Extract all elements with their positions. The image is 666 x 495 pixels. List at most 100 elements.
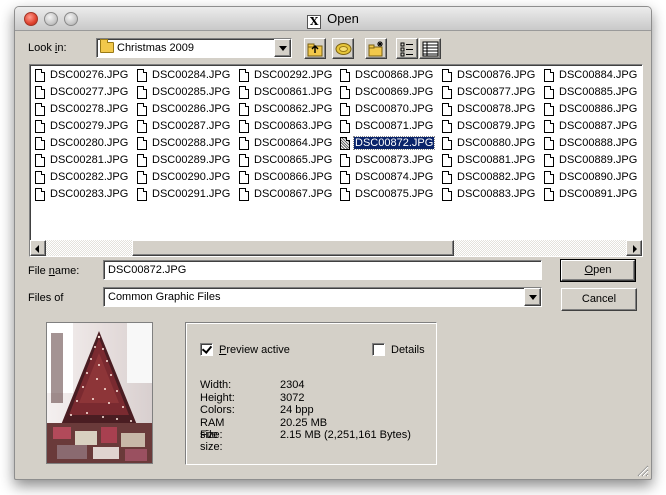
file-item[interactable]: DSC00880.JPG	[439, 135, 536, 152]
file-item[interactable]: DSC00866.JPG	[236, 169, 333, 186]
file-item[interactable]: DSC00279.JPG	[32, 118, 129, 135]
preview-active-label[interactable]: Preview active	[219, 344, 290, 356]
file-name: DSC00291.JPG	[152, 188, 231, 200]
file-item[interactable]: DSC00281.JPG	[32, 152, 129, 169]
file-item[interactable]: DSC00872.JPG	[337, 135, 436, 152]
look-in-dropdown[interactable]: Christmas 2009	[96, 38, 292, 58]
file-item[interactable]: DSC00287.JPG	[134, 118, 231, 135]
file-item[interactable]: DSC00290.JPG	[134, 169, 231, 186]
file-item[interactable]: DSC00861.JPG	[236, 84, 333, 101]
file-item[interactable]: DSC00863.JPG	[236, 118, 333, 135]
document-file-icon	[239, 188, 249, 201]
document-file-icon	[544, 120, 554, 133]
files-of-type-dropdown[interactable]: Common Graphic Files	[103, 287, 542, 307]
document-file-icon	[544, 154, 554, 167]
file-item[interactable]: DSC00874.JPG	[337, 169, 434, 186]
file-item[interactable]: DSC00280.JPG	[32, 135, 129, 152]
files-of-type-dropdown-arrow-icon[interactable]	[524, 288, 541, 306]
file-name: DSC00286.JPG	[152, 103, 231, 115]
file-name: DSC00868.JPG	[355, 69, 434, 81]
file-item[interactable]: DSC00875.JPG	[337, 186, 434, 203]
file-item[interactable]: DSC00284.JPG	[134, 67, 231, 84]
file-name: DSC00863.JPG	[254, 120, 333, 132]
file-item[interactable]: DSC00289.JPG	[134, 152, 231, 169]
file-item[interactable]: DSC00881.JPG	[439, 152, 536, 169]
file-item[interactable]: DSC00862.JPG	[236, 101, 333, 118]
file-name: DSC00285.JPG	[152, 86, 231, 98]
file-name: DSC00279.JPG	[50, 120, 129, 132]
document-file-icon	[35, 154, 45, 167]
file-item[interactable]: DSC00873.JPG	[337, 152, 434, 169]
file-name-input[interactable]: DSC00872.JPG	[103, 260, 542, 280]
file-item[interactable]: DSC00888.JPG	[541, 135, 638, 152]
horizontal-scrollbar[interactable]	[30, 240, 642, 256]
file-item[interactable]: DSC00870.JPG	[337, 101, 434, 118]
file-column: DSC00292.JPG DSC00861.JPG DSC00862.JPG DSC0…	[236, 67, 333, 203]
file-name: DSC00288.JPG	[152, 137, 231, 149]
file-item[interactable]: DSC00871.JPG	[337, 118, 434, 135]
file-item[interactable]: DSC00887.JPG	[541, 118, 638, 135]
desktop-button[interactable]	[332, 38, 354, 59]
list-view-button[interactable]	[396, 38, 418, 59]
info-key: File size:	[200, 429, 223, 453]
file-item[interactable]: DSC00291.JPG	[134, 186, 231, 203]
file-item[interactable]: DSC00884.JPG	[541, 67, 638, 84]
file-item[interactable]: DSC00283.JPG	[32, 186, 129, 203]
file-item[interactable]: DSC00867.JPG	[236, 186, 333, 203]
document-file-icon	[137, 120, 147, 133]
file-item[interactable]: DSC00889.JPG	[541, 152, 638, 169]
file-item[interactable]: DSC00882.JPG	[439, 169, 536, 186]
document-file-icon	[442, 171, 452, 184]
look-in-dropdown-arrow-icon[interactable]	[274, 39, 291, 57]
document-file-icon	[137, 103, 147, 116]
file-item[interactable]: DSC00282.JPG	[32, 169, 129, 186]
open-button[interactable]: Open	[560, 259, 636, 282]
file-item[interactable]: DSC00883.JPG	[439, 186, 536, 203]
file-list[interactable]: DSC00276.JPG DSC00277.JPG DSC00278.JPG DSC0…	[29, 64, 643, 257]
file-item[interactable]: DSC00277.JPG	[32, 84, 129, 101]
scroll-right-arrow-icon[interactable]	[626, 240, 642, 256]
file-item[interactable]: DSC00876.JPG	[439, 67, 536, 84]
file-name: DSC00882.JPG	[457, 171, 536, 183]
document-file-icon	[340, 188, 350, 201]
file-item[interactable]: DSC00869.JPG	[337, 84, 434, 101]
file-item[interactable]: DSC00879.JPG	[439, 118, 536, 135]
document-file-icon	[239, 154, 249, 167]
title-bar[interactable]: X Open	[15, 7, 651, 31]
document-file-icon	[137, 171, 147, 184]
file-name: DSC00283.JPG	[50, 188, 129, 200]
file-item[interactable]: DSC00292.JPG	[236, 67, 333, 84]
file-item[interactable]: DSC00865.JPG	[236, 152, 333, 169]
details-view-button[interactable]	[419, 38, 441, 59]
file-item[interactable]: DSC00276.JPG	[32, 67, 129, 84]
document-file-icon	[442, 120, 452, 133]
details-checkbox[interactable]	[372, 343, 385, 356]
document-file-icon	[35, 69, 45, 82]
file-item[interactable]: DSC00285.JPG	[134, 84, 231, 101]
file-item[interactable]: DSC00886.JPG	[541, 101, 638, 118]
cancel-button[interactable]: Cancel	[561, 288, 637, 311]
details-label[interactable]: Details	[391, 344, 425, 356]
file-column: DSC00868.JPG DSC00869.JPG DSC00870.JPG DSC0…	[337, 67, 436, 203]
file-item[interactable]: DSC00891.JPG	[541, 186, 638, 203]
up-one-level-button[interactable]	[304, 38, 326, 59]
file-item[interactable]: DSC00885.JPG	[541, 84, 638, 101]
file-item[interactable]: DSC00288.JPG	[134, 135, 231, 152]
file-item[interactable]: DSC00877.JPG	[439, 84, 536, 101]
up-folder-icon	[307, 43, 323, 57]
file-item[interactable]: DSC00878.JPG	[439, 101, 536, 118]
preview-active-checkbox[interactable]	[200, 343, 213, 356]
document-file-icon	[137, 154, 147, 167]
scroll-left-arrow-icon[interactable]	[30, 240, 46, 256]
scrollbar-thumb[interactable]	[132, 240, 454, 256]
file-item[interactable]: DSC00286.JPG	[134, 101, 231, 118]
file-item[interactable]: DSC00868.JPG	[337, 67, 434, 84]
file-item[interactable]: DSC00278.JPG	[32, 101, 129, 118]
document-file-icon	[442, 137, 452, 150]
new-folder-button[interactable]	[365, 38, 387, 59]
file-column: DSC00276.JPG DSC00277.JPG DSC00278.JPG DSC0…	[32, 67, 129, 203]
resize-grip-icon[interactable]	[637, 465, 649, 477]
file-name: DSC00871.JPG	[355, 120, 434, 132]
file-item[interactable]: DSC00864.JPG	[236, 135, 333, 152]
file-item[interactable]: DSC00890.JPG	[541, 169, 638, 186]
